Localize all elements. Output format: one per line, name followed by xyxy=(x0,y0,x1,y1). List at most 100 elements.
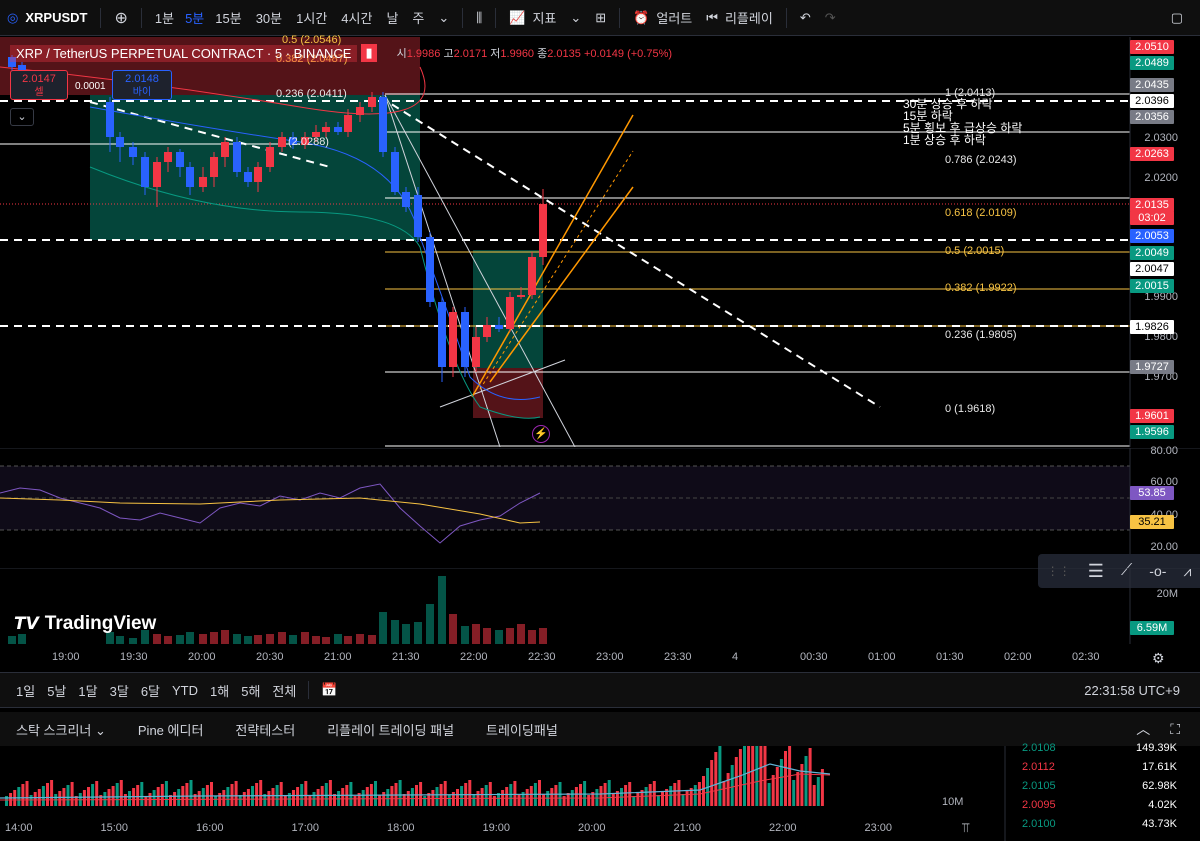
price-label: 2.0049 xyxy=(1130,246,1174,260)
secondary-volume-bar xyxy=(800,764,804,806)
collapse-legend-button[interactable]: ⌄ xyxy=(10,108,34,126)
range-1d[interactable]: 1일 xyxy=(10,681,41,700)
replay-button[interactable]: 리플레이 xyxy=(725,8,780,27)
symbol-icon[interactable]: ◎ xyxy=(0,10,25,26)
secondary-volume-bar xyxy=(95,781,99,806)
rsi-pane[interactable] xyxy=(0,448,1200,568)
range-3m[interactable]: 3달 xyxy=(104,681,135,700)
range-5y[interactable]: 5해 xyxy=(235,681,266,700)
divider xyxy=(495,7,497,28)
indicators-icon[interactable]: 📈 xyxy=(502,10,532,26)
secondary-volume-bar xyxy=(164,781,168,806)
symbol-search[interactable]: XRPUSDT xyxy=(25,10,94,25)
secondary-volume-bar xyxy=(189,780,193,806)
alert-button[interactable]: 얼러트 xyxy=(656,8,699,27)
candle-body xyxy=(391,152,399,192)
legend-title[interactable]: XRP / TetherUS PERPETUAL CONTRACT · 5 · … xyxy=(10,44,358,62)
candle-type-icon[interactable]: ⫼ xyxy=(469,10,489,26)
range-1m[interactable]: 1달 xyxy=(72,681,103,700)
chevron-down-icon[interactable]: ⌄ xyxy=(431,10,456,26)
redo-icon[interactable]: ↷ xyxy=(818,10,843,26)
tab-stock-screener[interactable]: 스탁 스크리너 ⌄ xyxy=(0,720,122,739)
secondary-volume-bar xyxy=(538,780,541,806)
sell-button[interactable]: 2.0147 셀 xyxy=(10,70,68,100)
clock-label[interactable]: 22:31:58 UTC+9 xyxy=(1084,683,1180,698)
undo-icon[interactable]: ↶ xyxy=(793,10,818,26)
tab-trading-panel[interactable]: 트레이딩패널 xyxy=(470,720,574,739)
secondary-volume-bar xyxy=(517,795,521,806)
interval-5m[interactable]: 5분 xyxy=(181,8,208,27)
templates-icon[interactable]: ⊞ xyxy=(588,10,613,26)
secondary-time-tick: 22:00 xyxy=(769,822,797,834)
alert-icon[interactable]: ⏰ xyxy=(626,10,656,26)
legend-action-icon[interactable]: ▮ xyxy=(361,44,377,62)
scale-icon[interactable]: ⫪ xyxy=(962,820,969,836)
add-symbol-button[interactable]: ⊕ xyxy=(107,8,134,28)
secondary-volume-bar xyxy=(419,782,423,806)
volume-bar xyxy=(517,624,525,644)
replay-icon[interactable]: ⏮ xyxy=(699,10,725,26)
secondary-volume-bar xyxy=(103,792,107,806)
secondary-volume-bar xyxy=(677,780,681,806)
candle-body xyxy=(438,302,446,367)
volume-bar xyxy=(506,628,514,644)
secondary-volume-bar xyxy=(636,793,640,806)
calendar-icon[interactable]: 📅 xyxy=(315,682,343,698)
time-tick: 01:30 xyxy=(936,651,964,663)
volume-bar xyxy=(449,614,457,644)
buy-button[interactable]: 2.0148 바이 xyxy=(112,70,172,100)
tab-pine-editor[interactable]: Pine 에디터 xyxy=(122,720,220,739)
price-chart[interactable] xyxy=(0,37,1200,447)
range-ytd[interactable]: YTD xyxy=(166,683,204,698)
secondary-volume-bar xyxy=(451,792,455,806)
trade-row: 2.0105 62.98K xyxy=(1022,780,1177,792)
secondary-volume-bar xyxy=(210,782,213,806)
secondary-volume-bar xyxy=(341,788,345,806)
volume-bar xyxy=(495,630,503,644)
secondary-volume-bar xyxy=(423,796,427,806)
range-6m[interactable]: 6달 xyxy=(135,681,166,700)
square-icon[interactable]: ▢ xyxy=(1164,10,1190,26)
range-5d[interactable]: 5날 xyxy=(41,681,72,700)
maximize-icon[interactable]: ⛶ xyxy=(1170,721,1180,738)
lightning-icon[interactable]: ⚡ xyxy=(532,425,550,443)
volume-bar xyxy=(8,636,16,644)
secondary-volume-bar xyxy=(751,746,755,806)
interval-week[interactable]: 주 xyxy=(405,8,431,27)
time-axis[interactable]: 19:00 19:30 20:00 20:30 21:00 21:30 22:00 22:30… xyxy=(0,644,1200,670)
volume-bar xyxy=(379,612,387,644)
tab-strategy-tester[interactable]: 전략테스터 xyxy=(219,720,311,739)
price-label: 1.9727 xyxy=(1130,360,1174,374)
time-tick: 19:00 xyxy=(52,651,80,663)
volume-pane[interactable] xyxy=(0,568,1200,644)
interval-day[interactable]: 날 xyxy=(379,8,405,27)
range-1y[interactable]: 1해 xyxy=(204,681,235,700)
tab-replay-trading[interactable]: 리플레이 트레이딩 패널 xyxy=(311,720,470,739)
range-all[interactable]: 전체 xyxy=(266,681,302,700)
interval-30m[interactable]: 30분 xyxy=(249,8,289,27)
fib-level-label: 0.236 (2.0411) xyxy=(276,88,347,100)
indicators-button[interactable]: 지표 xyxy=(532,8,563,27)
secondary-volume-bar xyxy=(468,780,472,806)
candle-body xyxy=(233,142,241,172)
interval-15m[interactable]: 15분 xyxy=(208,8,248,27)
note-text: 1분 상승 후 하락 xyxy=(903,133,986,147)
secondary-volume-bar xyxy=(763,746,767,806)
rsi-ma-label: 35.21 xyxy=(1130,515,1174,529)
divider xyxy=(785,7,787,28)
volume-bar xyxy=(289,635,297,644)
secondary-volume-bar xyxy=(292,790,295,806)
chevron-up-icon[interactable]: ︿ xyxy=(1136,719,1150,739)
secondary-volume-bar xyxy=(628,782,632,806)
secondary-volume-bar xyxy=(587,795,591,806)
candle-body xyxy=(186,167,194,187)
secondary-volume-bar xyxy=(738,749,742,806)
secondary-volume-bar xyxy=(316,789,320,806)
interval-1h[interactable]: 1시간 xyxy=(289,8,334,27)
candle-body xyxy=(356,107,364,115)
interval-4h[interactable]: 4시간 xyxy=(334,8,379,27)
candle-body xyxy=(517,295,525,297)
interval-1m[interactable]: 1분 xyxy=(148,8,181,27)
chevron-down-icon[interactable]: ⌄ xyxy=(563,10,588,26)
settings-icon[interactable]: ⚙ xyxy=(1152,650,1165,667)
